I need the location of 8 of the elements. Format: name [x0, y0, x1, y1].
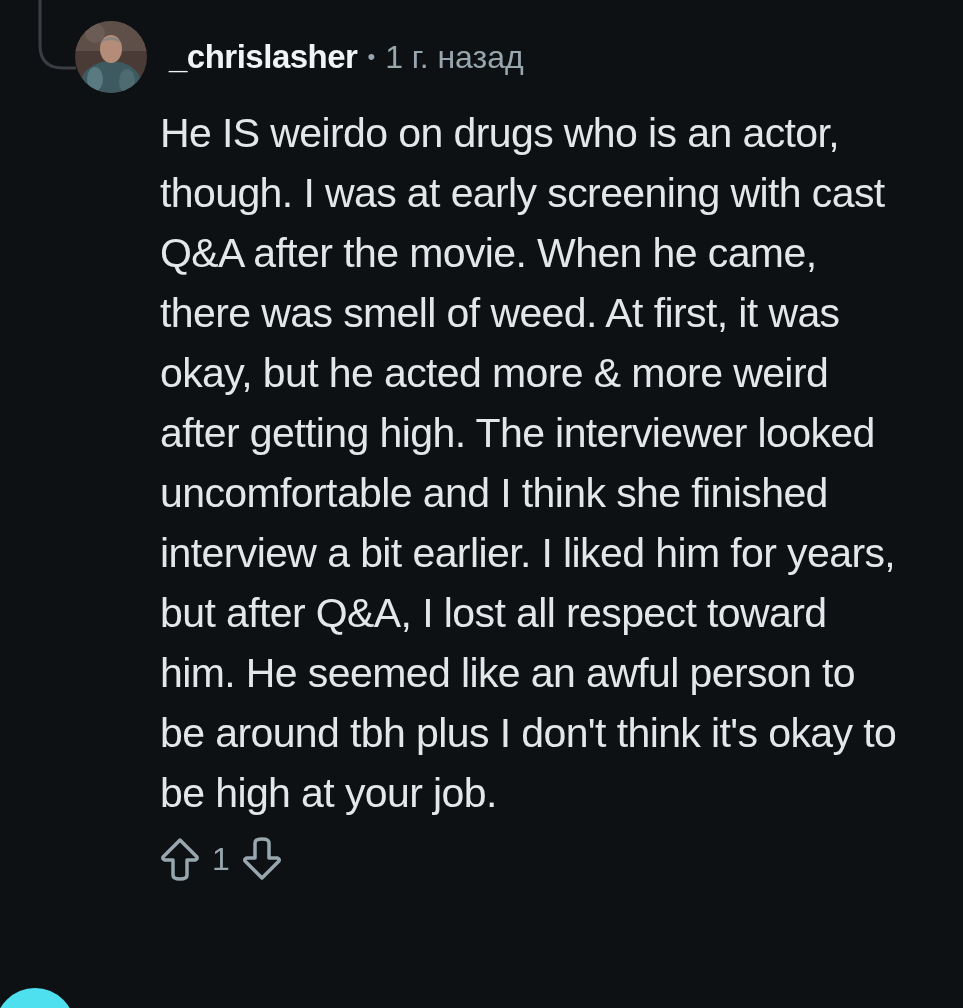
timestamp: 1 г. назад — [385, 38, 524, 76]
thread-line — [38, 0, 76, 70]
comment-text: He IS weirdo on drugs who is an actor, though. I was at early screening with cast Q&A after the movie. When he came, there was smell of weed. At first, it was okay, but he acted more & more weird after getting high. The interviewer looked uncomfortable and I think she finished interview a bit earlier. I liked him for years, but after Q&A, I lost all respect toward him. He seemed like an awful person to be around tbh plus I don't think it's okay to be high at your job. — [160, 109, 898, 818]
separator-dot: • — [367, 44, 376, 70]
upvote-icon[interactable] — [160, 837, 200, 881]
downvote-icon[interactable] — [241, 837, 282, 881]
username[interactable]: _chrislasher — [169, 38, 358, 76]
vote-count: 1 — [212, 840, 230, 878]
